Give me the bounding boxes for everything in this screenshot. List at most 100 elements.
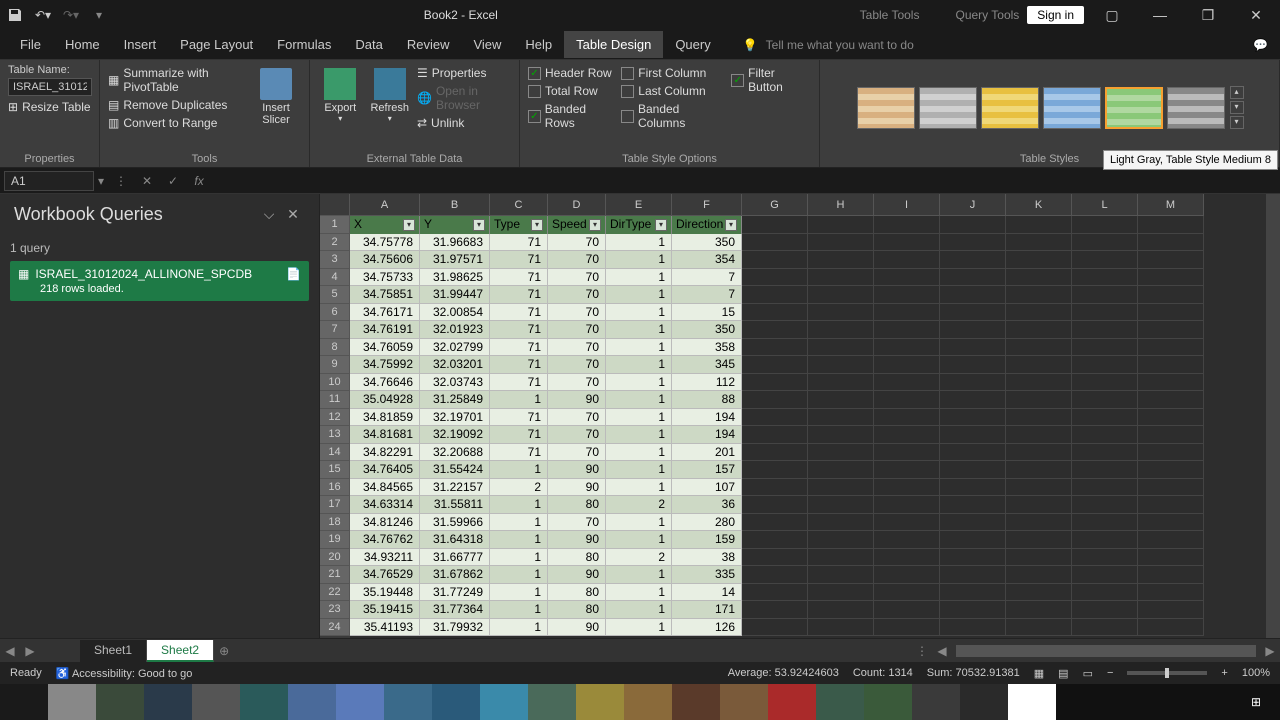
table-row[interactable]: 34.7664632.0374371701112 xyxy=(350,374,1266,392)
taskbar-item[interactable] xyxy=(672,684,720,720)
table-row[interactable]: 35.4119331.799321901126 xyxy=(350,619,1266,637)
col-header[interactable]: L xyxy=(1072,194,1138,216)
taskbar-item[interactable] xyxy=(144,684,192,720)
table-row[interactable]: 34.7605932.0279971701358 xyxy=(350,339,1266,357)
properties-button[interactable]: ☰Properties xyxy=(417,64,511,82)
table-style-3[interactable] xyxy=(981,87,1039,129)
filter-dropdown-icon[interactable]: ▾ xyxy=(403,219,415,231)
menu-insert[interactable]: Insert xyxy=(112,31,169,58)
row-header[interactable]: 14 xyxy=(320,444,350,462)
row-header[interactable]: 1 xyxy=(320,216,350,234)
comments-icon[interactable]: 💬 xyxy=(1241,38,1280,52)
view-break-icon[interactable]: ▭ xyxy=(1083,667,1093,680)
row-header[interactable]: 6 xyxy=(320,304,350,322)
taskbar-item[interactable] xyxy=(864,684,912,720)
first-column-checkbox[interactable] xyxy=(621,67,634,80)
insert-slicer-button[interactable]: Insert Slicer xyxy=(251,64,301,130)
taskbar-item[interactable] xyxy=(0,684,48,720)
close-icon[interactable]: ✕ xyxy=(1236,1,1276,29)
table-row[interactable]: 35.1941531.773641801171 xyxy=(350,601,1266,619)
col-header[interactable]: A xyxy=(350,194,420,216)
row-header[interactable]: 22 xyxy=(320,584,350,602)
select-all[interactable] xyxy=(320,194,350,216)
table-header-direction[interactable]: Direction▾ xyxy=(672,216,742,234)
remove-duplicates-button[interactable]: ▤Remove Duplicates xyxy=(108,96,247,114)
row-header[interactable]: 8 xyxy=(320,339,350,357)
col-header[interactable]: B xyxy=(420,194,490,216)
save-icon[interactable] xyxy=(4,4,26,26)
hscroll-left-icon[interactable]: ◀ xyxy=(932,644,952,658)
col-header[interactable]: M xyxy=(1138,194,1204,216)
qat-customize-icon[interactable]: ▾ xyxy=(88,4,110,26)
cancel-formula-icon[interactable]: ✕ xyxy=(134,174,160,188)
styles-more[interactable]: ▾ xyxy=(1230,116,1244,129)
taskbar-item[interactable] xyxy=(624,684,672,720)
refresh-button[interactable]: Refresh▾ xyxy=(366,64,413,127)
table-style-1[interactable] xyxy=(857,87,915,129)
row-header[interactable]: 11 xyxy=(320,391,350,409)
taskbar-item[interactable] xyxy=(480,684,528,720)
row-header[interactable]: 15 xyxy=(320,461,350,479)
menu-query[interactable]: Query xyxy=(663,31,722,58)
row-header[interactable]: 19 xyxy=(320,531,350,549)
table-header-x[interactable]: X▾ xyxy=(350,216,420,234)
menu-home[interactable]: Home xyxy=(53,31,112,58)
menu-table-design[interactable]: Table Design xyxy=(564,31,663,58)
banded-columns-checkbox[interactable] xyxy=(621,110,634,123)
menu-review[interactable]: Review xyxy=(395,31,462,58)
header-row-checkbox[interactable]: ✓ xyxy=(528,67,541,80)
table-style-6[interactable] xyxy=(1167,87,1225,129)
filter-dropdown-icon[interactable]: ▾ xyxy=(473,219,485,231)
filter-dropdown-icon[interactable]: ▾ xyxy=(725,219,737,231)
row-header[interactable]: 10 xyxy=(320,374,350,392)
summarize-pivottable-button[interactable]: ▦Summarize with PivotTable xyxy=(108,64,247,96)
table-row[interactable]: 34.7560631.9757171701354 xyxy=(350,251,1266,269)
table-row[interactable]: 35.1944831.77249180114 xyxy=(350,584,1266,602)
col-header[interactable]: F xyxy=(672,194,742,216)
row-header[interactable]: 9 xyxy=(320,356,350,374)
table-row[interactable]: 34.7676231.643181901159 xyxy=(350,531,1266,549)
taskbar-item[interactable] xyxy=(96,684,144,720)
row-header[interactable]: 7 xyxy=(320,321,350,339)
view-layout-icon[interactable]: ▤ xyxy=(1058,667,1068,680)
tab-next-icon[interactable]: ▶ xyxy=(20,644,40,658)
taskbar-item[interactable] xyxy=(960,684,1008,720)
table-style-2[interactable] xyxy=(919,87,977,129)
table-row[interactable]: 34.6331431.55811180236 xyxy=(350,496,1266,514)
row-header[interactable]: 16 xyxy=(320,479,350,497)
tab-table-tools[interactable]: Table Tools xyxy=(852,4,928,26)
banded-rows-checkbox[interactable]: ✓ xyxy=(528,110,541,123)
col-header[interactable]: J xyxy=(940,194,1006,216)
start-icon[interactable]: ⊞ xyxy=(1232,684,1280,720)
zoom-out-icon[interactable]: − xyxy=(1107,667,1113,679)
table-header-speed[interactable]: Speed▾ xyxy=(548,216,606,234)
table-row[interactable]: 34.8456531.221572901107 xyxy=(350,479,1266,497)
row-header[interactable]: 21 xyxy=(320,566,350,584)
table-row[interactable]: 34.8185932.1970171701194 xyxy=(350,409,1266,427)
export-button[interactable]: Export▾ xyxy=(318,64,362,127)
taskbar-item[interactable] xyxy=(912,684,960,720)
row-header[interactable]: 5 xyxy=(320,286,350,304)
queries-collapse-icon[interactable]: ⌵ xyxy=(257,206,281,223)
taskbar-item[interactable] xyxy=(240,684,288,720)
total-row-checkbox[interactable] xyxy=(528,85,541,98)
redo-icon[interactable]: ↷▾ xyxy=(60,4,82,26)
accessibility-status[interactable]: ♿ Accessibility: Good to go xyxy=(56,667,193,680)
taskbar-item[interactable] xyxy=(768,684,816,720)
taskbar-item[interactable] xyxy=(1008,684,1056,720)
vertical-scrollbar[interactable] xyxy=(1266,194,1280,638)
menu-view[interactable]: View xyxy=(461,31,513,58)
filter-dropdown-icon[interactable]: ▾ xyxy=(655,219,667,231)
table-row[interactable]: 34.7640531.554241901157 xyxy=(350,461,1266,479)
taskbar-item[interactable] xyxy=(48,684,96,720)
tab-menu-icon[interactable]: ⋮ xyxy=(912,644,932,658)
tab-prev-icon[interactable]: ◀ xyxy=(0,644,20,658)
taskbar-item[interactable] xyxy=(432,684,480,720)
table-row[interactable]: 34.7585131.99447717017 xyxy=(350,286,1266,304)
table-name-input[interactable] xyxy=(8,78,92,96)
tellme[interactable]: 💡 Tell me what you want to do xyxy=(743,38,914,52)
menu-data[interactable]: Data xyxy=(343,31,394,58)
row-header[interactable]: 12 xyxy=(320,409,350,427)
menu-formulas[interactable]: Formulas xyxy=(265,31,343,58)
table-row[interactable]: 35.0492831.25849190188 xyxy=(350,391,1266,409)
